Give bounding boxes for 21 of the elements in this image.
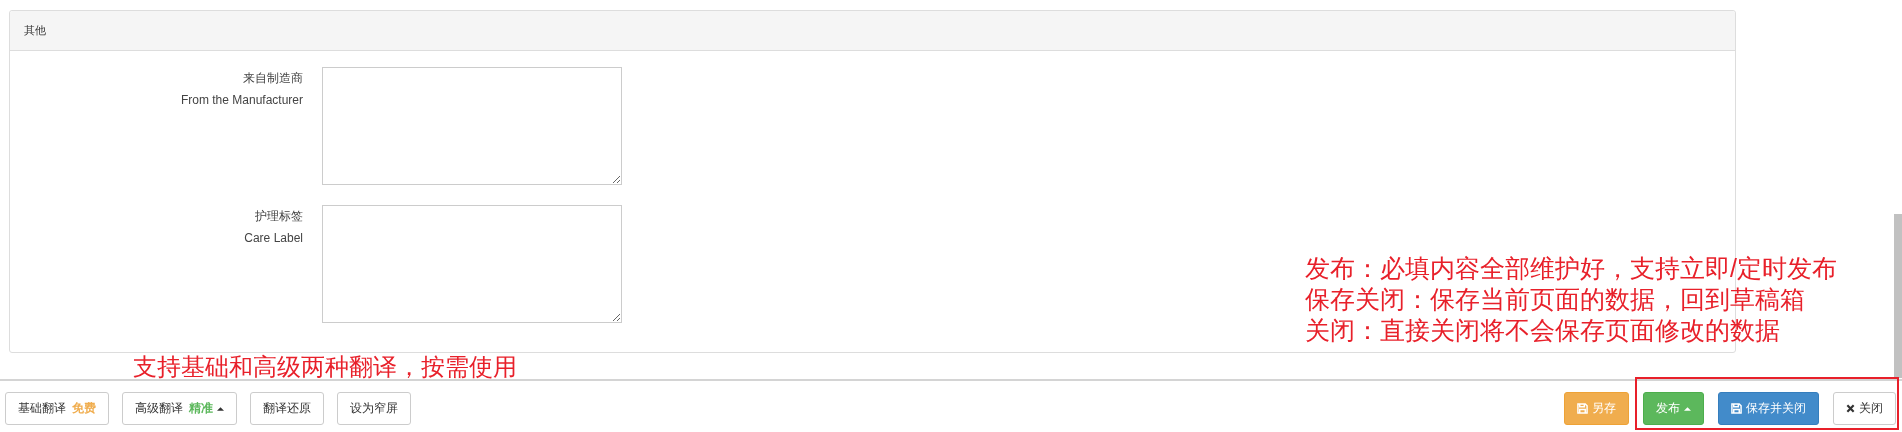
panel-title: 其他 [24, 23, 46, 38]
field-label: 来自制造商 [242, 70, 303, 87]
close-button[interactable]: 关闭 [1833, 392, 1896, 425]
annotation-text: 支持基础和高级两种翻译，按需使用 [133, 353, 517, 380]
input-field[interactable] [322, 67, 622, 185]
input-field[interactable] [322, 205, 622, 323]
tag-label: 精准 [189, 400, 213, 417]
annotation-text: 发布：必填内容全部维护好，支持立即/定时发布 [1305, 253, 1837, 284]
scrollbar-thumb[interactable] [1894, 214, 1902, 378]
annotation-text: 关闭：直接关闭将不会保存页面修改的数据 [1305, 315, 1781, 346]
toolbar-button[interactable]: 设为窄屏 [337, 392, 411, 425]
annotation-text: 保存关闭：保存当前页面的数据，回到草稿箱 [1305, 284, 1806, 315]
toolbar-button[interactable]: 翻译还原 [250, 392, 324, 425]
toolbar-button[interactable]: 基础翻译 免费 [5, 392, 109, 425]
field-label-english: From the Manufacturer [179, 92, 303, 109]
save-close-button[interactable]: 保存并关闭 [1718, 392, 1819, 425]
close-icon [1846, 404, 1855, 413]
tag-label: 免费 [72, 400, 96, 417]
toolbar-button[interactable]: 高级翻译 精准 [122, 392, 237, 425]
field-label: 护理标签 [254, 208, 303, 225]
field-label-english: Care Label [243, 230, 303, 247]
